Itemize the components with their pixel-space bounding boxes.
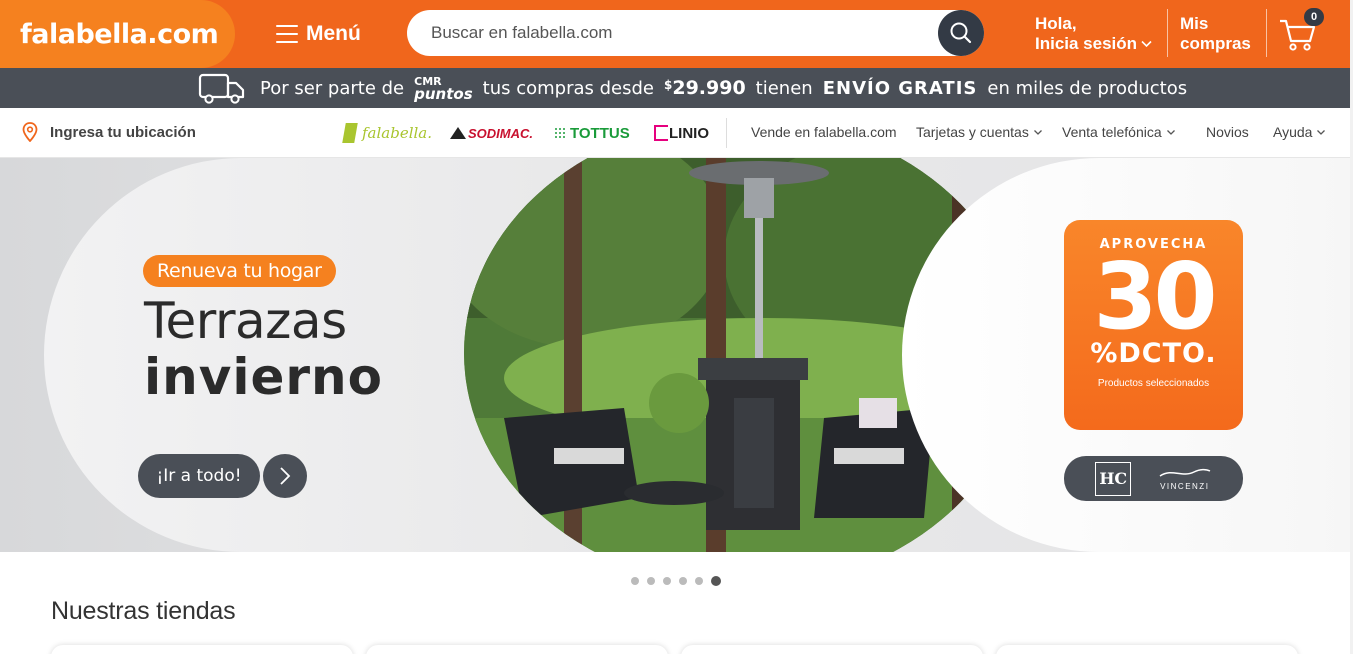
discount-note: Productos seleccionados bbox=[1097, 378, 1210, 389]
purchases-line1: Mis bbox=[1180, 14, 1209, 33]
login-menu[interactable]: Hola, Inicia sesión bbox=[1035, 14, 1152, 54]
hero-title-line2: invierno bbox=[144, 348, 383, 406]
search-button[interactable] bbox=[938, 10, 984, 56]
tottus-brand-icon bbox=[554, 127, 566, 139]
menu-button[interactable]: Menú bbox=[276, 18, 361, 50]
location-pin-icon bbox=[22, 122, 38, 142]
chevron-right-icon bbox=[280, 467, 291, 485]
carousel-dot[interactable] bbox=[647, 577, 655, 585]
store-card[interactable] bbox=[996, 645, 1298, 654]
promo-text-have: tienen bbox=[755, 77, 813, 99]
falabella-brand-icon bbox=[342, 123, 358, 143]
my-purchases-link[interactable]: Mis compras bbox=[1180, 14, 1251, 54]
search-icon bbox=[950, 22, 972, 44]
brand-falabella[interactable]: falabella. bbox=[342, 122, 432, 144]
carousel-dot[interactable] bbox=[711, 576, 721, 586]
greeting-text: Hola, bbox=[1035, 14, 1077, 33]
carousel-dot[interactable] bbox=[695, 577, 703, 585]
linio-brand-icon bbox=[654, 125, 668, 141]
hc-brand-logo: HC bbox=[1095, 461, 1132, 496]
cart-count-badge: 0 bbox=[1304, 8, 1324, 26]
discount-unit: %DCTO. bbox=[1090, 338, 1217, 369]
carousel-dot[interactable] bbox=[663, 577, 671, 585]
hamburger-icon bbox=[276, 25, 298, 43]
nav-link-wedding[interactable]: Novios bbox=[1206, 124, 1249, 140]
hero-title-line1: Terrazas bbox=[144, 292, 347, 350]
chevron-down-icon bbox=[1141, 40, 1152, 48]
brand-linio[interactable]: LINIO bbox=[654, 122, 709, 144]
falabella-logo[interactable]: falabella.com bbox=[0, 0, 235, 68]
store-card[interactable] bbox=[366, 645, 668, 654]
location-selector[interactable]: Ingresa tu ubicación bbox=[22, 122, 196, 142]
carousel-dots bbox=[631, 576, 721, 586]
search-input[interactable] bbox=[407, 10, 938, 56]
cmr-puntos-logo: CMR puntos bbox=[414, 74, 473, 103]
chevron-down-icon bbox=[1166, 130, 1175, 135]
brand-tottus[interactable]: TOTTUS bbox=[554, 122, 630, 144]
chevron-down-icon bbox=[1317, 130, 1326, 135]
nav-link-sell[interactable]: Vende en falabella.com bbox=[751, 124, 897, 140]
chevron-down-icon bbox=[1033, 130, 1042, 135]
section-title: Nuestras tiendas bbox=[51, 597, 236, 625]
truck-icon bbox=[198, 73, 245, 104]
header-divider bbox=[1167, 9, 1168, 57]
hero-next-button[interactable] bbox=[263, 454, 307, 498]
free-shipping-highlight: ENVÍO GRATIS bbox=[822, 77, 978, 99]
purchases-line2: compras bbox=[1180, 34, 1251, 53]
location-label: Ingresa tu ubicación bbox=[50, 123, 196, 141]
store-card[interactable] bbox=[681, 645, 983, 654]
vincenzi-swoosh-icon bbox=[1159, 468, 1211, 477]
promo-text-middle: tus compras desde bbox=[482, 77, 654, 99]
nav-divider bbox=[726, 118, 727, 148]
promo-text-after: en miles de productos bbox=[987, 77, 1188, 99]
top-header: falabella.com Menú Hola, Inicia sesión M… bbox=[0, 0, 1353, 68]
secondary-nav: Ingresa tu ubicación falabella. SODIMAC.… bbox=[0, 108, 1353, 158]
discount-number: 30 bbox=[1093, 243, 1217, 350]
discount-badge: APROVECHA 30 %DCTO. Productos selecciona… bbox=[1064, 220, 1243, 430]
sodimac-brand-icon bbox=[450, 127, 466, 139]
hero-brand-logos: HC VINCENZI bbox=[1064, 456, 1243, 501]
nav-link-help[interactable]: Ayuda bbox=[1273, 124, 1326, 140]
promo-price: $29.990 bbox=[663, 77, 746, 99]
carousel-dot[interactable] bbox=[679, 577, 687, 585]
go-to-all-button[interactable]: ¡Ir a todo! bbox=[138, 454, 260, 498]
nav-link-cards[interactable]: Tarjetas y cuentas bbox=[916, 124, 1043, 140]
login-label: Inicia sesión bbox=[1035, 34, 1138, 53]
carousel-dot[interactable] bbox=[631, 577, 639, 585]
shipping-promo-bar[interactable]: Por ser parte de CMR puntos tus compras … bbox=[0, 68, 1353, 108]
vincenzi-brand-logo: VINCENZI bbox=[1158, 466, 1212, 491]
promo-text-before: Por ser parte de bbox=[260, 77, 405, 99]
nav-link-phone-sales[interactable]: Venta telefónica bbox=[1062, 124, 1176, 140]
brand-sodimac[interactable]: SODIMAC. bbox=[450, 122, 533, 144]
hero-banner[interactable]: Renueva tu hogar Terrazas invierno ¡Ir a… bbox=[0, 158, 1353, 552]
search-bar bbox=[407, 10, 984, 56]
header-divider bbox=[1266, 9, 1267, 57]
page: falabella.com Menú Hola, Inicia sesión M… bbox=[0, 0, 1353, 654]
menu-label: Menú bbox=[306, 22, 361, 45]
store-card[interactable] bbox=[51, 645, 353, 654]
hero-tag: Renueva tu hogar bbox=[143, 255, 336, 287]
